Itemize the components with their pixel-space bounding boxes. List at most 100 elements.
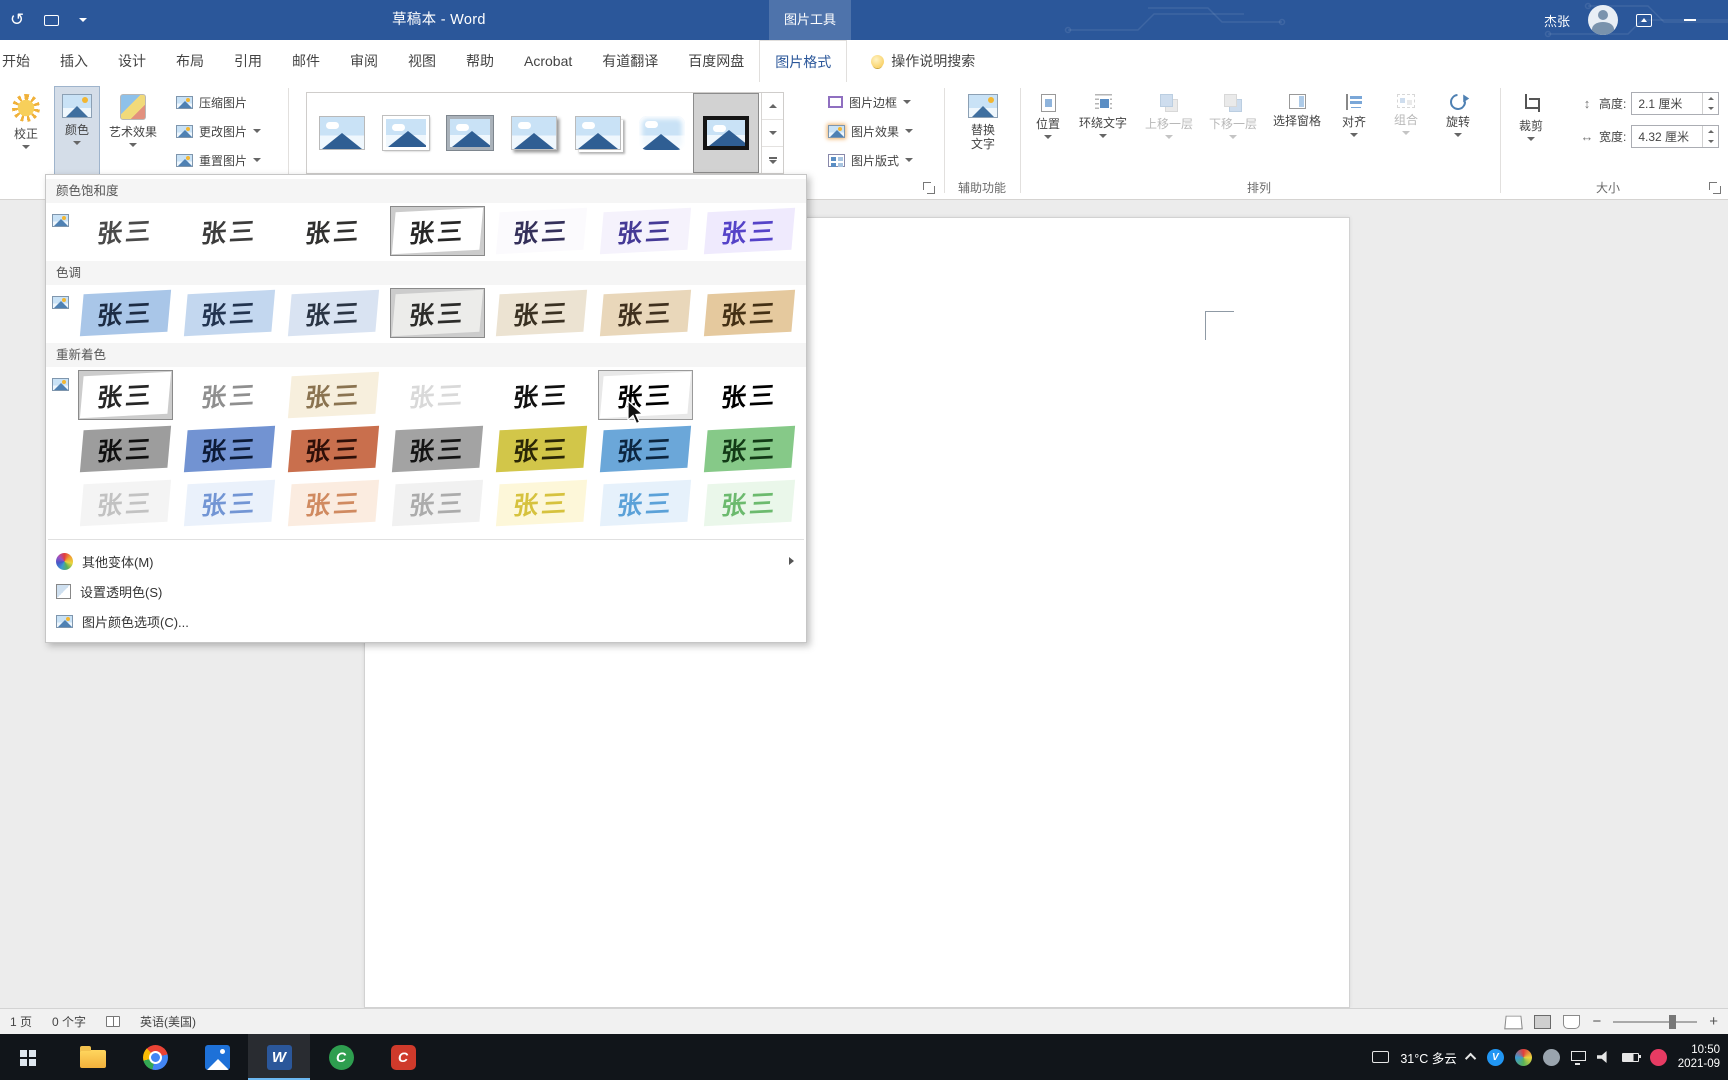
start-button[interactable]	[0, 1034, 62, 1080]
color-variant-thumb[interactable]: 张三	[286, 424, 381, 474]
position-button[interactable]: 位置	[1026, 86, 1070, 184]
corrections-button[interactable]: 校正	[2, 86, 50, 184]
taskbar-file-explorer[interactable]	[62, 1034, 124, 1080]
zoom-slider-thumb[interactable]	[1669, 1014, 1677, 1029]
picture-layout-button[interactable]: 图片版式	[824, 148, 917, 172]
size-dialog-launcher[interactable]	[1708, 181, 1722, 195]
picture-style-metal[interactable]	[438, 94, 502, 172]
qat-customize-icon[interactable]	[79, 18, 88, 22]
color-button[interactable]: 颜色	[54, 86, 100, 184]
picture-style-soft[interactable]	[630, 94, 694, 172]
color-variant-thumb[interactable]: 张三	[78, 424, 173, 474]
taskbar-word[interactable]: W	[248, 1034, 310, 1080]
color-variant-thumb[interactable]: 张三	[390, 370, 485, 420]
crop-button[interactable]: 裁剪	[1508, 86, 1554, 184]
menu-item-picture-color-options[interactable]: 图片颜色选项(C)...	[46, 606, 806, 636]
tab-references[interactable]: 引用	[219, 40, 277, 82]
menu-item-more-variations[interactable]: 其他变体(M)	[46, 546, 806, 576]
height-stepper[interactable]	[1702, 93, 1718, 114]
rotate-button[interactable]: 旋转	[1436, 86, 1480, 184]
color-variant-thumb[interactable]: 张三	[702, 206, 797, 256]
color-variant-thumb[interactable]: 张三	[598, 288, 693, 338]
page-count[interactable]: 1 页	[10, 1013, 32, 1030]
color-variant-thumb[interactable]: 张三	[78, 478, 173, 528]
color-variant-thumb[interactable]: 张三	[182, 424, 277, 474]
tab-layout[interactable]: 布局	[161, 40, 219, 82]
undo-icon[interactable]: ↺	[10, 0, 24, 40]
selection-pane-button[interactable]: 选择窗格	[1268, 86, 1326, 184]
picture-effects-button[interactable]: 图片效果	[824, 119, 917, 143]
picture-style-stack[interactable]	[566, 94, 630, 172]
color-variant-thumb[interactable]: 张三	[286, 288, 381, 338]
color-variant-thumb[interactable]: 张三	[390, 424, 485, 474]
color-variant-thumb[interactable]: 张三	[182, 370, 277, 420]
zoom-slider[interactable]	[1613, 1014, 1698, 1029]
color-variant-thumb[interactable]: 张三	[702, 288, 797, 338]
tell-me-search[interactable]: 操作说明搜索	[857, 40, 989, 82]
taskbar-app-red-c[interactable]: C	[372, 1034, 434, 1080]
touch-keyboard-icon[interactable]	[1372, 1051, 1390, 1063]
change-picture-button[interactable]: 更改图片	[172, 119, 265, 143]
battery-icon[interactable]	[1621, 1052, 1642, 1062]
color-variant-thumb[interactable]: 张三	[286, 206, 381, 256]
tray-app-icon-1[interactable]: V	[1486, 1048, 1504, 1066]
color-variant-thumb[interactable]: 张三	[182, 206, 277, 256]
tray-app-icon-2[interactable]	[1514, 1048, 1532, 1066]
language-status[interactable]: 英语(美国)	[140, 1013, 196, 1030]
tab-baidu-netdisk[interactable]: 百度网盘	[673, 40, 759, 82]
picture-style-shadow[interactable]	[502, 94, 566, 172]
color-variant-thumb[interactable]: 张三	[286, 370, 381, 420]
tab-mailings[interactable]: 邮件	[277, 40, 335, 82]
minimize-button[interactable]	[1670, 0, 1710, 40]
tab-picture-format[interactable]: 图片格式	[759, 40, 848, 82]
ribbon-display-options-icon[interactable]	[1636, 13, 1652, 27]
hidden-icons-chevron[interactable]	[1464, 1052, 1477, 1065]
gallery-scroll-down[interactable]	[762, 120, 783, 147]
tray-app-icon-4[interactable]	[1649, 1048, 1667, 1066]
reset-picture-button[interactable]: 重置图片	[172, 148, 265, 172]
tab-insert[interactable]: 插入	[45, 40, 103, 82]
volume-icon[interactable]	[1596, 1051, 1607, 1063]
color-variant-thumb[interactable]: 张三	[78, 370, 173, 420]
picture-style-bevel[interactable]	[374, 94, 438, 172]
gallery-more-button[interactable]	[762, 147, 783, 173]
tray-app-icon-3[interactable]	[1542, 1048, 1560, 1066]
compress-pictures-button[interactable]: 压缩图片	[172, 90, 265, 114]
color-variant-thumb[interactable]: 张三	[702, 424, 797, 474]
height-input[interactable]: 2.1 厘米	[1631, 92, 1720, 115]
color-variant-thumb[interactable]: 张三	[390, 288, 485, 338]
color-variant-thumb[interactable]: 张三	[598, 206, 693, 256]
color-variant-thumb[interactable]: 张三	[286, 478, 381, 528]
picture-styles-dialog-launcher[interactable]	[922, 181, 936, 195]
menu-item-set-transparent-color[interactable]: 设置透明色(S)	[46, 576, 806, 606]
tab-youdao-translate[interactable]: 有道翻译	[587, 40, 673, 82]
proofing-icon[interactable]	[106, 1016, 121, 1027]
wrap-text-button[interactable]: 环绕文字	[1074, 86, 1132, 184]
width-input[interactable]: 4.32 厘米	[1631, 125, 1720, 148]
picture-style-black[interactable]	[693, 93, 759, 173]
web-layout-icon[interactable]	[1563, 1014, 1581, 1029]
gallery-scroll-up[interactable]	[762, 93, 783, 120]
align-button[interactable]: 对齐	[1332, 86, 1376, 184]
clock[interactable]: 10:50 2021-09	[1678, 1043, 1724, 1071]
color-variant-thumb[interactable]: 张三	[182, 478, 277, 528]
color-variant-thumb[interactable]: 张三	[702, 370, 797, 420]
color-variant-thumb[interactable]: 张三	[494, 478, 589, 528]
contextual-tab-header[interactable]: 图片工具	[769, 0, 851, 40]
picture-style-simple[interactable]	[310, 94, 374, 172]
tab-design[interactable]: 设计	[103, 40, 161, 82]
zoom-in-button[interactable]: +	[1709, 1014, 1718, 1029]
touch-mode-icon[interactable]	[44, 14, 60, 26]
tab-view[interactable]: 视图	[393, 40, 451, 82]
color-variant-thumb[interactable]: 张三	[78, 206, 173, 256]
color-variant-thumb[interactable]: 张三	[494, 370, 589, 420]
word-count[interactable]: 0 个字	[52, 1013, 86, 1030]
taskbar-photos[interactable]	[186, 1034, 248, 1080]
color-variant-thumb[interactable]: 张三	[494, 206, 589, 256]
color-variant-thumb[interactable]: 张三	[78, 288, 173, 338]
color-variant-thumb[interactable]: 张三	[494, 288, 589, 338]
tab-home[interactable]: 开始	[0, 40, 45, 82]
zoom-out-button[interactable]: −	[1592, 1014, 1601, 1029]
avatar[interactable]	[1588, 5, 1618, 35]
color-variant-thumb[interactable]: 张三	[390, 206, 485, 256]
